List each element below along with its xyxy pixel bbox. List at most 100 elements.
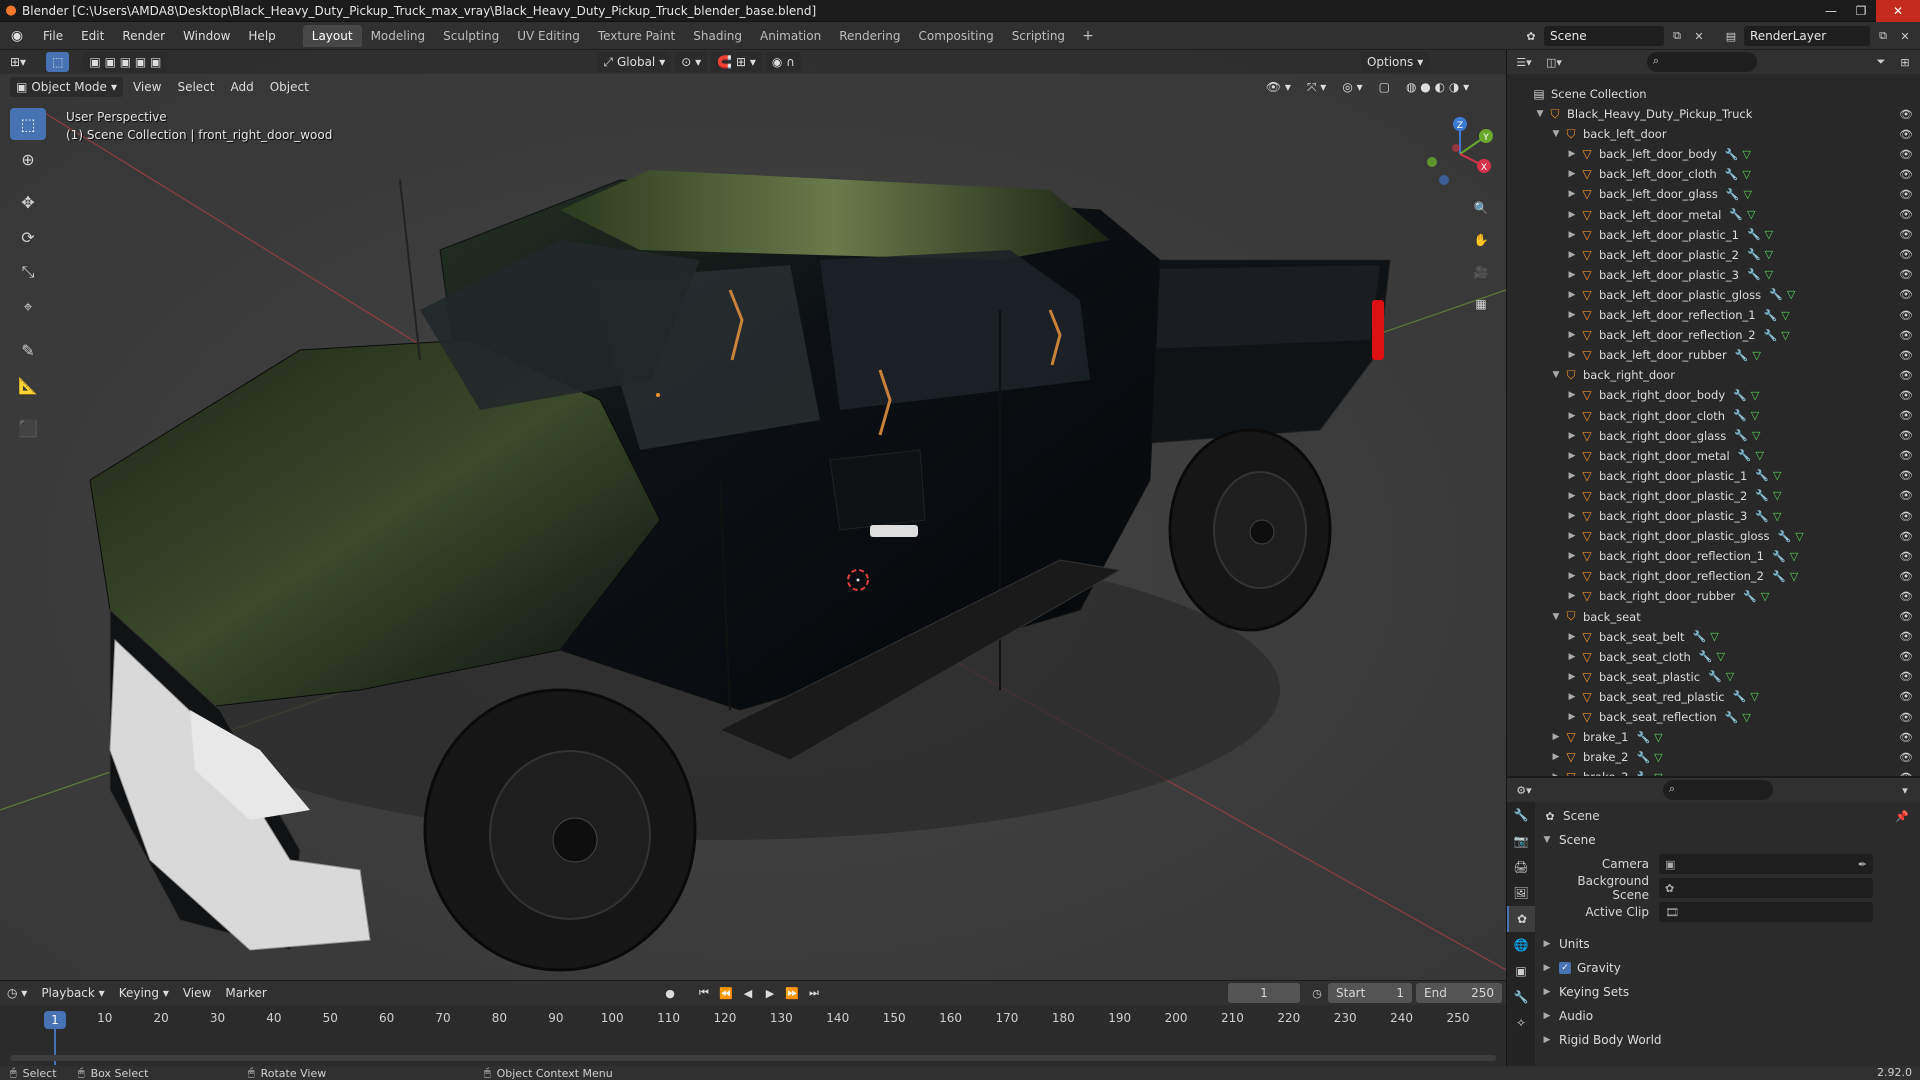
modifier-wrench-icon[interactable]: 🔧 xyxy=(1755,489,1769,502)
outliner-object-row[interactable]: ▶ ▽ back_right_door_reflection_2 🔧 ▽ 👁 xyxy=(1507,566,1920,586)
modifier-wrench-icon[interactable]: 🔧 xyxy=(1769,288,1783,301)
outliner-object-row[interactable]: ▶ ▽ back_right_door_rubber 🔧 ▽ 👁 xyxy=(1507,586,1920,606)
world-tab-icon[interactable]: 🌐 xyxy=(1507,932,1535,958)
display-mode-icon[interactable]: ◫▾ xyxy=(1545,53,1563,71)
expand-right-icon[interactable]: ▶ xyxy=(1565,169,1579,179)
outliner-object-row[interactable]: ▶ ▽ back_left_door_metal 🔧 ▽ 👁 xyxy=(1507,205,1920,225)
record-icon[interactable]: ● xyxy=(660,984,680,1002)
zoom-icon[interactable]: 🔍 xyxy=(1469,196,1493,220)
visibility-eye-icon[interactable]: 👁 xyxy=(1899,248,1913,261)
modifier-wrench-icon[interactable]: 🔧 xyxy=(1764,309,1778,322)
modifier-wrench-icon[interactable]: 🔧 xyxy=(1699,650,1713,663)
menu-file[interactable]: File xyxy=(34,22,72,50)
modifier-wrench-icon[interactable]: 🔧 xyxy=(1747,248,1761,261)
current-frame-field[interactable]: 1 xyxy=(1228,983,1300,1003)
frame-ruler[interactable]: 10 20 30 40 50 60 70 80 90 100 110 120 130 140 150 160 1… xyxy=(10,1011,1496,1029)
mesh-data-icon[interactable]: ▽ xyxy=(1790,550,1798,563)
modifier-wrench-icon[interactable]: 🔧 xyxy=(1725,168,1739,181)
pin-icon[interactable]: 📌 xyxy=(1893,807,1911,825)
background-scene-field[interactable]: ✿ xyxy=(1659,878,1873,898)
visibility-eye-icon[interactable]: 👁 xyxy=(1899,349,1913,362)
modifier-wrench-icon[interactable]: 🔧 xyxy=(1743,590,1757,603)
visibility-eye-icon[interactable]: 👁 xyxy=(1899,510,1913,523)
tab-uv-editing[interactable]: UV Editing xyxy=(508,25,589,47)
tab-compositing[interactable]: Compositing xyxy=(909,25,1002,47)
cursor-tool-icon[interactable]: ⊕ xyxy=(10,143,46,175)
filter-icon[interactable]: ⏷ xyxy=(1872,53,1890,71)
visibility-icon[interactable]: 👁 ▾ xyxy=(1260,77,1297,97)
scene-tab-icon[interactable]: ✿ xyxy=(1507,906,1535,932)
visibility-eye-icon[interactable]: 👁 xyxy=(1899,530,1913,543)
mesh-data-icon[interactable]: ▽ xyxy=(1773,510,1781,523)
visibility-eye-icon[interactable]: 👁 xyxy=(1899,268,1913,281)
mesh-data-icon[interactable]: ▽ xyxy=(1750,690,1758,703)
next-keyframe-icon[interactable]: ⏩ xyxy=(782,984,802,1002)
expand-right-icon[interactable]: ▶ xyxy=(1565,471,1579,481)
maximize-icon[interactable]: ❐ xyxy=(1846,0,1876,22)
camera-view-icon[interactable]: 🎥 xyxy=(1469,260,1493,284)
expand-right-icon[interactable]: ▶ xyxy=(1565,250,1579,260)
visibility-eye-icon[interactable]: 👁 xyxy=(1899,128,1913,141)
view-layer-icon[interactable]: ▤ xyxy=(1722,27,1740,45)
visibility-eye-icon[interactable]: 👁 xyxy=(1899,409,1913,422)
outliner-object-row[interactable]: ▶ ▽ back_left_door_glass 🔧 ▽ 👁 xyxy=(1507,184,1920,204)
visibility-eye-icon[interactable]: 👁 xyxy=(1899,489,1913,502)
new-collection-icon[interactable]: ⊞ xyxy=(1896,53,1914,71)
outliner-object-row[interactable]: ▶ ▽ back_left_door_reflection_1 🔧 ▽ 👁 xyxy=(1507,305,1920,325)
visibility-eye-icon[interactable]: 👁 xyxy=(1899,751,1913,764)
mesh-data-icon[interactable]: ▽ xyxy=(1751,409,1759,422)
measure-tool-icon[interactable]: 📐 xyxy=(10,369,46,401)
render-tab-icon[interactable]: 📷 xyxy=(1507,828,1535,854)
copy-view-layer-icon[interactable]: ⧉ xyxy=(1874,27,1892,45)
mesh-data-icon[interactable]: ▽ xyxy=(1773,469,1781,482)
editor-type-icon[interactable]: ⊞▾ xyxy=(4,52,32,72)
expand-down-icon[interactable]: ▼ xyxy=(1549,370,1563,380)
tab-layout[interactable]: Layout xyxy=(302,24,362,47)
modifier-wrench-icon[interactable]: 🔧 xyxy=(1733,690,1747,703)
outliner-object-row[interactable]: ▶ ▽ back_left_door_plastic_3 🔧 ▽ 👁 xyxy=(1507,265,1920,285)
play-reverse-icon[interactable]: ◀ xyxy=(738,984,758,1002)
visibility-eye-icon[interactable]: 👁 xyxy=(1899,610,1913,623)
visibility-eye-icon[interactable]: 👁 xyxy=(1899,449,1913,462)
outliner-search-input[interactable]: ⌕ xyxy=(1647,52,1757,72)
menu-help[interactable]: Help xyxy=(239,22,284,50)
outliner-object-row[interactable]: ▶ ▽ back_seat_red_plastic 🔧 ▽ 👁 xyxy=(1507,687,1920,707)
mesh-data-icon[interactable]: ▽ xyxy=(1765,268,1773,281)
expand-right-icon[interactable]: ▶ xyxy=(1565,390,1579,400)
mode-dropdown[interactable]: ▣ Object Mode ▾ xyxy=(10,77,123,97)
expand-right-icon[interactable]: ▶ xyxy=(1565,330,1579,340)
expand-right-icon[interactable]: ▶ xyxy=(1565,632,1579,642)
menu-playback[interactable]: Playback ▾ xyxy=(34,986,111,1000)
visibility-eye-icon[interactable]: 👁 xyxy=(1899,670,1913,683)
properties-options-icon[interactable]: ▾ xyxy=(1896,781,1914,799)
visibility-eye-icon[interactable]: 👁 xyxy=(1899,369,1913,382)
pivot-point-icon[interactable]: ⊙ ▾ xyxy=(675,52,708,72)
tab-shading[interactable]: Shading xyxy=(684,25,751,47)
expand-right-icon[interactable]: ▶ xyxy=(1565,189,1579,199)
modifier-wrench-icon[interactable]: 🔧 xyxy=(1708,670,1722,683)
outliner-object-row[interactable]: ▶ ▽ back_left_door_body 🔧 ▽ 👁 xyxy=(1507,144,1920,164)
modifier-wrench-icon[interactable]: 🔧 xyxy=(1726,188,1740,201)
jump-start-icon[interactable]: ⏮ xyxy=(694,984,714,1002)
gravity-panel-header[interactable]: ▶ ✓ Gravity xyxy=(1541,956,1917,980)
modifier-wrench-icon[interactable]: 🔧 xyxy=(1755,469,1769,482)
expand-right-icon[interactable]: ▶ xyxy=(1565,491,1579,501)
mesh-data-icon[interactable]: ▽ xyxy=(1795,530,1803,543)
menu-edit[interactable]: Edit xyxy=(72,22,113,50)
visibility-eye-icon[interactable]: 👁 xyxy=(1899,731,1913,744)
mesh-data-icon[interactable]: ▽ xyxy=(1787,288,1795,301)
outliner-collection-row[interactable]: ▼ ⛉ back_right_door 👁 xyxy=(1507,365,1920,385)
menu-keying[interactable]: Keying ▾ xyxy=(112,986,176,1000)
modifier-tab-icon[interactable]: 🔧 xyxy=(1507,984,1535,1010)
xray-toggle-icon[interactable]: ▢ xyxy=(1373,77,1396,97)
particles-tab-icon[interactable]: ✧ xyxy=(1507,1010,1535,1036)
properties-editor-type-icon[interactable]: ⚙▾ xyxy=(1515,781,1533,799)
3d-viewport[interactable]: ⊞▾ ⬚ ▣ ▣ ▣ ▣ ▣ ⤢ Global ▾ ⊙ ▾ 🧲 ⊞ ▾ ◉ ∩ O… xyxy=(0,50,1506,980)
copy-scene-icon[interactable]: ⧉ xyxy=(1668,27,1686,45)
proportional-edit-icon[interactable]: ◉ ∩ xyxy=(765,52,801,72)
add-cube-tool-icon[interactable]: ⬛ xyxy=(10,412,46,444)
expand-right-icon[interactable]: ▶ xyxy=(1565,511,1579,521)
modifier-wrench-icon[interactable]: 🔧 xyxy=(1733,409,1747,422)
scene-icon[interactable]: ✿ xyxy=(1522,27,1540,45)
selection-mode-icons[interactable]: ▣ ▣ ▣ ▣ ▣ xyxy=(83,52,168,72)
